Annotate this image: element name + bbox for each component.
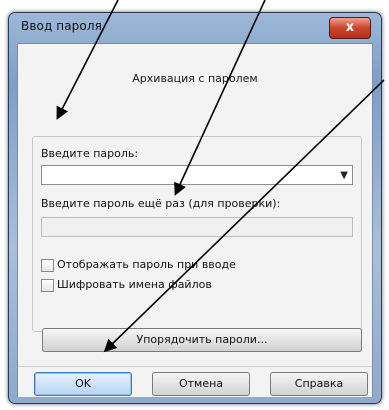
ok-button[interactable]: OK: [34, 372, 132, 396]
show-password-checkbox[interactable]: [41, 259, 54, 272]
help-button[interactable]: Справка: [270, 372, 368, 396]
password-label: Введите пароль:: [41, 147, 139, 160]
encrypt-names-label[interactable]: Шифровать имена файлов: [57, 278, 212, 291]
password-combo-input[interactable]: ▼: [41, 165, 353, 185]
close-icon: x: [345, 20, 355, 35]
password-dialog-window: Ввод пароля x Архивация с паролем Введит…: [8, 12, 382, 404]
chevron-down-icon[interactable]: ▼: [340, 170, 348, 181]
close-button[interactable]: x: [329, 17, 371, 39]
confirm-password-label: Введите пароль ещё раз (для проверки):: [41, 197, 281, 210]
encrypt-names-checkbox[interactable]: [41, 279, 54, 292]
show-password-label[interactable]: Отображать пароль при вводе: [57, 258, 236, 271]
organize-passwords-button[interactable]: Упорядочить пароли...: [42, 328, 362, 352]
title-bar[interactable]: Ввод пароля x: [9, 13, 381, 43]
dialog-subtitle: Архивация с паролем: [132, 72, 258, 85]
confirm-password-input[interactable]: [41, 217, 353, 237]
cancel-button[interactable]: Отмена: [152, 372, 250, 396]
password-group: Введите пароль: ▼ Введите пароль ещё раз…: [32, 136, 362, 332]
dialog-button-bar: OK Отмена Справка: [18, 366, 372, 397]
dialog-body: Архивация с паролем Введите пароль: ▼ Вв…: [17, 43, 373, 397]
window-title: Ввод пароля: [21, 19, 102, 33]
